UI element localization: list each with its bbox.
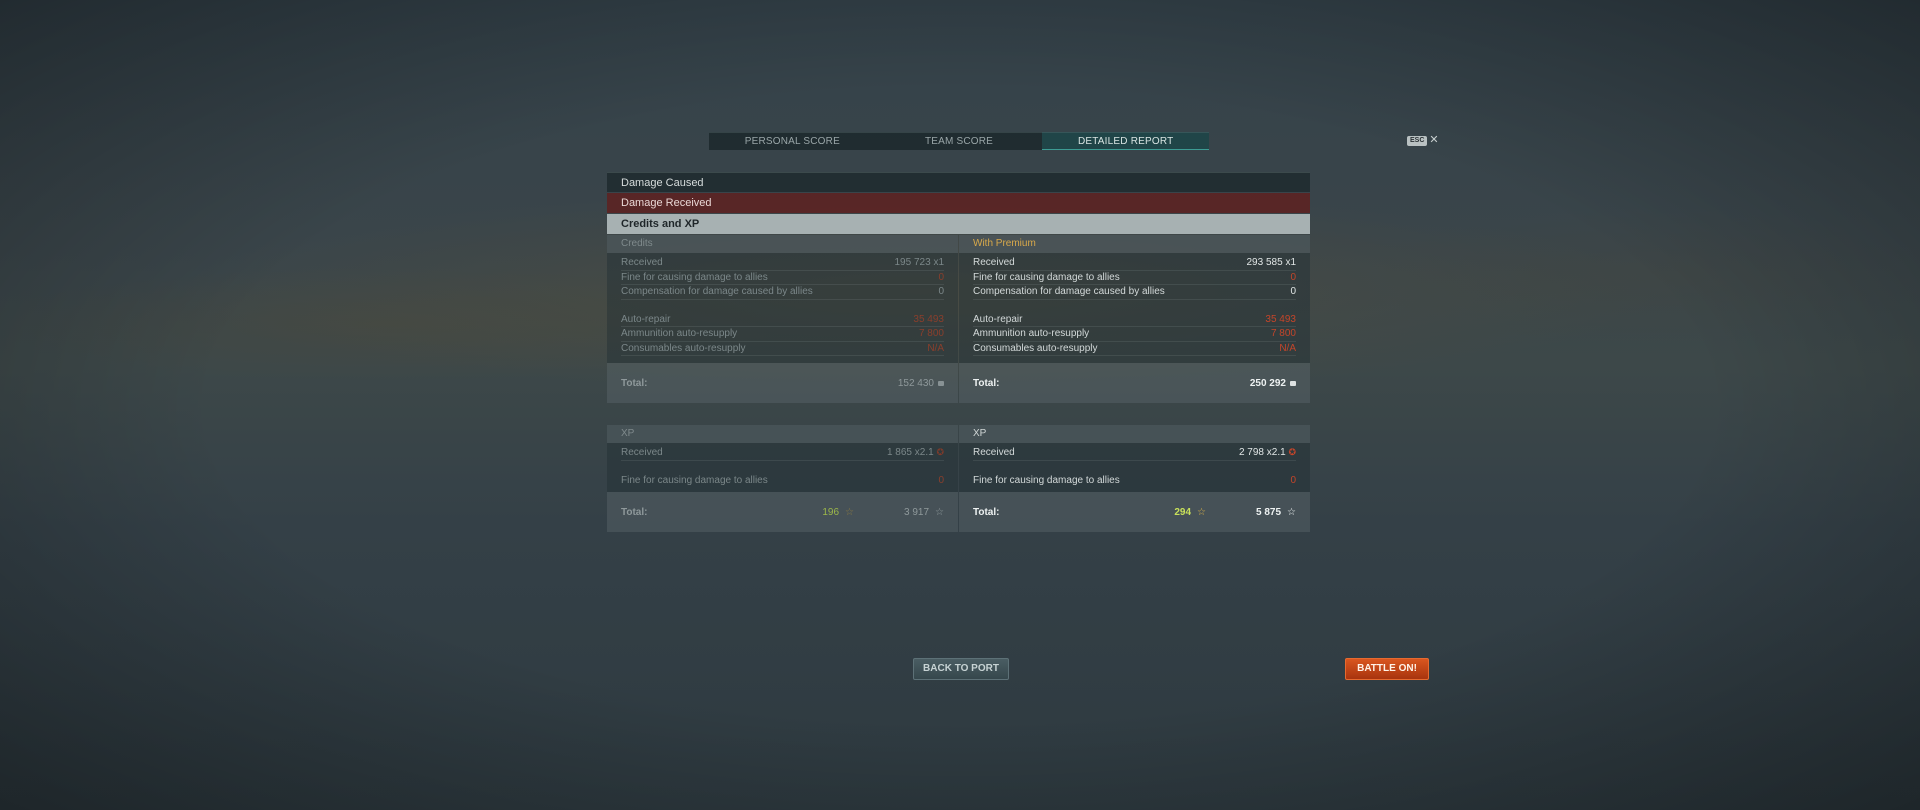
xp-star-icon: ☆: [845, 506, 854, 518]
credits-total: Total: 152 430: [607, 363, 958, 403]
panel-header: XP: [607, 425, 958, 443]
credits-ammo-row: Ammunition auto-resupply 7 800: [973, 327, 1296, 342]
section-damage-received[interactable]: Damage Received: [607, 193, 1310, 213]
row-value: 0: [1290, 271, 1296, 283]
total-xp-value: 196: [822, 506, 840, 518]
row-label: Received: [621, 447, 663, 458]
xp-total: Total: 294 ☆ 5 875 ☆: [959, 492, 1310, 532]
credits-compensation-row: Compensation for damage caused by allies…: [973, 285, 1296, 300]
credits-fine-row: Fine for causing damage to allies 0: [973, 271, 1296, 285]
total-label: Total:: [973, 377, 1000, 389]
row-label: Consumables auto-resupply: [973, 342, 1098, 354]
total-value: 152 430: [897, 377, 934, 389]
row-label: Auto-repair: [621, 313, 671, 325]
esc-close-button[interactable]: ESC ✕: [1407, 135, 1439, 146]
row-label: Auto-repair: [973, 313, 1023, 325]
credits-compensation-row: Compensation for damage caused by allies…: [621, 285, 944, 300]
report-tabs: PERSONAL SCORE TEAM SCORE DETAILED REPOR…: [709, 132, 1210, 150]
esc-key-badge: ESC: [1407, 135, 1428, 146]
credits-standard-panel: Credits Received 195 723 x1 Fine for cau…: [607, 235, 958, 403]
row-value: 0: [938, 286, 944, 297]
premium-flag-icon: ✪: [1288, 447, 1296, 457]
free-xp-star-icon: ☆: [935, 506, 944, 518]
xp-standard-panel: XP Received 1 865 x2.1 ✪ Fine for causin…: [607, 425, 958, 532]
background-scene: [0, 0, 1920, 810]
xp-received-row: Received 1 865 x2.1 ✪: [621, 446, 944, 461]
credits-fine-row: Fine for causing damage to allies 0: [621, 271, 944, 285]
xp-fine-row: Fine for causing damage to allies 0: [973, 474, 1296, 488]
row-value: 0: [938, 474, 944, 486]
credits-autorepair-row: Auto-repair 35 493: [973, 313, 1296, 327]
xp-premium-panel: XP Received 2 798 x2.1 ✪ Fine for causin…: [959, 425, 1310, 532]
row-label: Received: [973, 447, 1015, 458]
credits-ammo-row: Ammunition auto-resupply 7 800: [621, 327, 944, 342]
row-label: Received: [621, 257, 663, 268]
row-value: 7 800: [1270, 328, 1296, 339]
free-xp-star-icon: ☆: [1287, 506, 1296, 518]
xp-total: Total: 196 ☆ 3 917 ☆: [607, 492, 958, 532]
panel-header: Credits: [607, 235, 958, 253]
tab-detailed-report[interactable]: DETAILED REPORT: [1042, 132, 1210, 150]
xp-fine-row: Fine for causing damage to allies 0: [621, 474, 944, 488]
row-value: 1 865 x2.1 ✪: [886, 447, 944, 458]
credits-icon: [1290, 380, 1296, 386]
credits-premium-panel: With Premium Received 293 585 x1 Fine fo…: [959, 235, 1310, 403]
xp-received-row: Received 2 798 x2.1 ✪: [973, 446, 1296, 461]
credits-autorepair-row: Auto-repair 35 493: [621, 313, 944, 327]
section-damage-caused[interactable]: Damage Caused: [607, 172, 1310, 192]
total-free-xp-value: 5 875: [1256, 506, 1282, 518]
panel-header: XP: [959, 425, 1310, 443]
row-label: Fine for causing damage to allies: [973, 474, 1120, 486]
row-label: Compensation for damage caused by allies: [973, 286, 1165, 297]
row-label: Compensation for damage caused by allies: [621, 286, 813, 297]
section-credits-xp[interactable]: Credits and XP: [607, 214, 1310, 234]
row-value: 0: [1290, 474, 1296, 486]
row-label: Fine for causing damage to allies: [973, 271, 1120, 283]
battle-on-button[interactable]: BATTLE ON!: [1345, 658, 1429, 680]
total-label: Total:: [621, 377, 648, 389]
credits-consumables-row: Consumables auto-resupply N/A: [621, 342, 944, 356]
row-label: Received: [973, 257, 1015, 268]
row-label: Fine for causing damage to allies: [621, 474, 768, 486]
total-label: Total:: [621, 506, 648, 518]
row-value: N/A: [927, 342, 944, 354]
tab-team-score[interactable]: TEAM SCORE: [875, 132, 1043, 150]
xp-star-icon: ☆: [1197, 506, 1206, 518]
row-label: Ammunition auto-resupply: [973, 328, 1090, 339]
row-value: 35 493: [1265, 313, 1296, 325]
credits-total: Total: 250 292: [959, 363, 1310, 403]
total-value: 250 292: [1249, 377, 1286, 389]
credits-received-row: Received 195 723 x1: [621, 256, 944, 271]
credits-received-row: Received 293 585 x1: [973, 256, 1296, 271]
total-label: Total:: [973, 506, 1000, 518]
row-label: Ammunition auto-resupply: [621, 328, 738, 339]
row-value: N/A: [1279, 342, 1296, 354]
credits-consumables-row: Consumables auto-resupply N/A: [973, 342, 1296, 356]
row-value: 293 585 x1: [1246, 257, 1297, 268]
tab-personal-score[interactable]: PERSONAL SCORE: [709, 132, 876, 150]
total-xp-value: 294: [1174, 506, 1192, 518]
row-label: Consumables auto-resupply: [621, 342, 746, 354]
row-value: 195 723 x1: [894, 257, 945, 268]
credits-icon: [938, 380, 944, 386]
row-label: Fine for causing damage to allies: [621, 271, 768, 283]
close-icon[interactable]: ✕: [1429, 135, 1438, 146]
row-value: 35 493: [913, 313, 944, 325]
total-free-xp-value: 3 917: [904, 506, 930, 518]
row-value: 0: [1290, 286, 1296, 297]
back-to-port-button[interactable]: BACK TO PORT: [913, 658, 1009, 680]
panel-header: With Premium: [959, 235, 1310, 253]
premium-flag-icon: ✪: [936, 447, 944, 457]
row-value: 2 798 x2.1 ✪: [1238, 447, 1296, 458]
row-value: 0: [938, 271, 944, 283]
row-value: 7 800: [918, 328, 944, 339]
